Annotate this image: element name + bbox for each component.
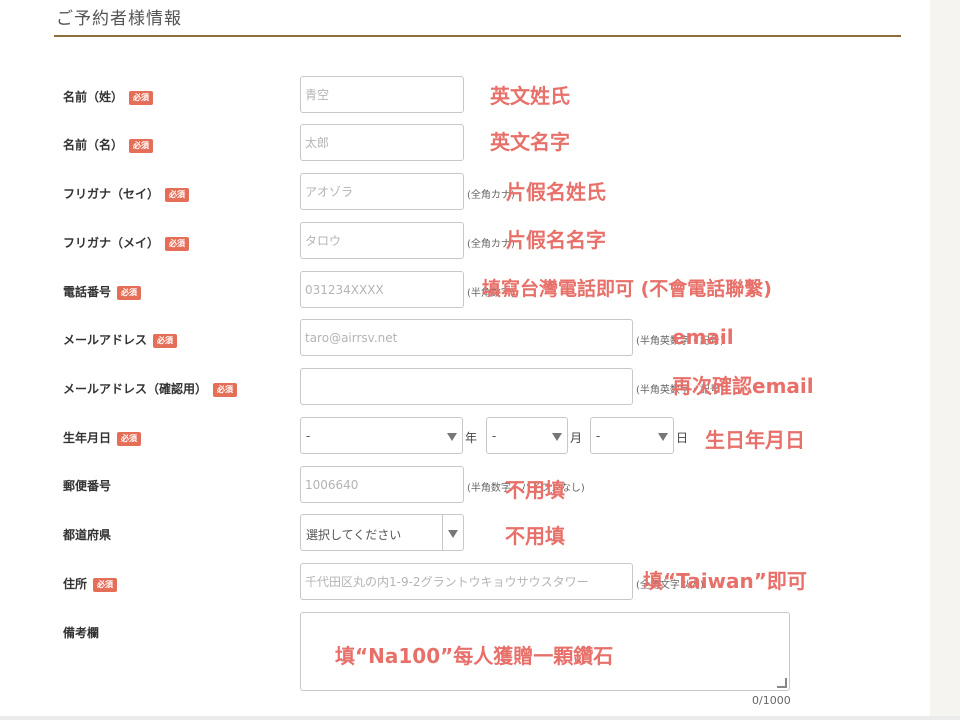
page-footer-strip	[0, 716, 960, 720]
required-badge: 必須	[129, 91, 154, 105]
birth-month-select[interactable]: -	[486, 417, 568, 454]
annotation-first-name: 英文名字	[490, 130, 570, 154]
birth-year-select[interactable]: -	[300, 417, 463, 454]
section-title: ご予約者様情報	[56, 9, 182, 29]
kana-last-input[interactable]	[300, 173, 464, 210]
required-badge: 必須	[165, 188, 190, 202]
label-last-name: 名前（姓） 必須	[63, 88, 154, 105]
label-address: 住所 必須	[63, 575, 118, 592]
character-counter: 0/1000	[752, 694, 791, 707]
birth-day-select[interactable]: -	[590, 417, 674, 454]
email-confirm-input[interactable]	[300, 368, 633, 405]
annotation-remarks: 填“Na100”每人獲贈一顆鑽石	[335, 644, 614, 668]
kana-first-input[interactable]	[300, 222, 464, 259]
unit-month: 月	[570, 431, 583, 445]
section-divider	[54, 35, 901, 37]
label-first-name: 名前（名） 必須	[63, 136, 154, 153]
prefecture-select[interactable]: 選択してください	[300, 514, 464, 551]
annotation-email: email	[672, 325, 734, 349]
label-birthday: 生年月日 必須	[63, 429, 142, 446]
last-name-input[interactable]	[300, 76, 464, 113]
annotation-prefecture: 不用填	[505, 524, 565, 548]
required-badge: 必須	[213, 383, 238, 397]
page-margin-right	[930, 0, 960, 720]
label-prefecture: 都道府県	[63, 528, 112, 542]
label-email-confirm: メールアドレス（確認用） 必須	[63, 380, 238, 397]
required-badge: 必須	[129, 139, 154, 153]
annotation-kana-first: 片假名名字	[506, 228, 606, 252]
annotation-last-name: 英文姓氏	[490, 84, 570, 108]
label-kana-last: フリガナ（セイ） 必須	[63, 185, 190, 202]
chevron-down-icon	[447, 433, 457, 441]
required-badge: 必須	[93, 578, 118, 592]
phone-input[interactable]	[300, 271, 464, 308]
annotation-birthday: 生日年月日	[705, 428, 805, 452]
annotation-postal: 不用填	[505, 478, 565, 502]
label-kana-first: フリガナ（メイ） 必須	[63, 234, 190, 251]
required-badge: 必須	[117, 286, 142, 300]
label-email: メールアドレス 必須	[63, 331, 178, 348]
unit-day: 日	[676, 431, 689, 445]
label-postal: 郵便番号	[63, 479, 112, 493]
resize-handle-icon[interactable]	[777, 678, 787, 688]
required-badge: 必須	[153, 334, 178, 348]
chevron-down-icon	[448, 530, 458, 538]
annotation-kana-last: 片假名姓氏	[506, 180, 606, 204]
required-badge: 必須	[165, 237, 190, 251]
chevron-down-icon	[552, 433, 562, 441]
postal-code-input[interactable]	[300, 466, 464, 503]
annotation-address: 填“Taiwan”即可	[643, 569, 807, 593]
first-name-input[interactable]	[300, 124, 464, 161]
email-input[interactable]	[300, 319, 633, 356]
required-badge: 必須	[117, 432, 142, 446]
annotation-email-confirm: 再次確認email	[672, 374, 814, 398]
annotation-phone: 填寫台灣電話即可 (不會電話聯繫)	[482, 278, 772, 300]
label-remarks: 備考欄	[63, 626, 100, 640]
label-phone: 電話番号 必須	[63, 283, 142, 300]
chevron-down-icon	[658, 433, 668, 441]
address-input[interactable]	[300, 563, 633, 600]
unit-year: 年	[465, 431, 478, 445]
